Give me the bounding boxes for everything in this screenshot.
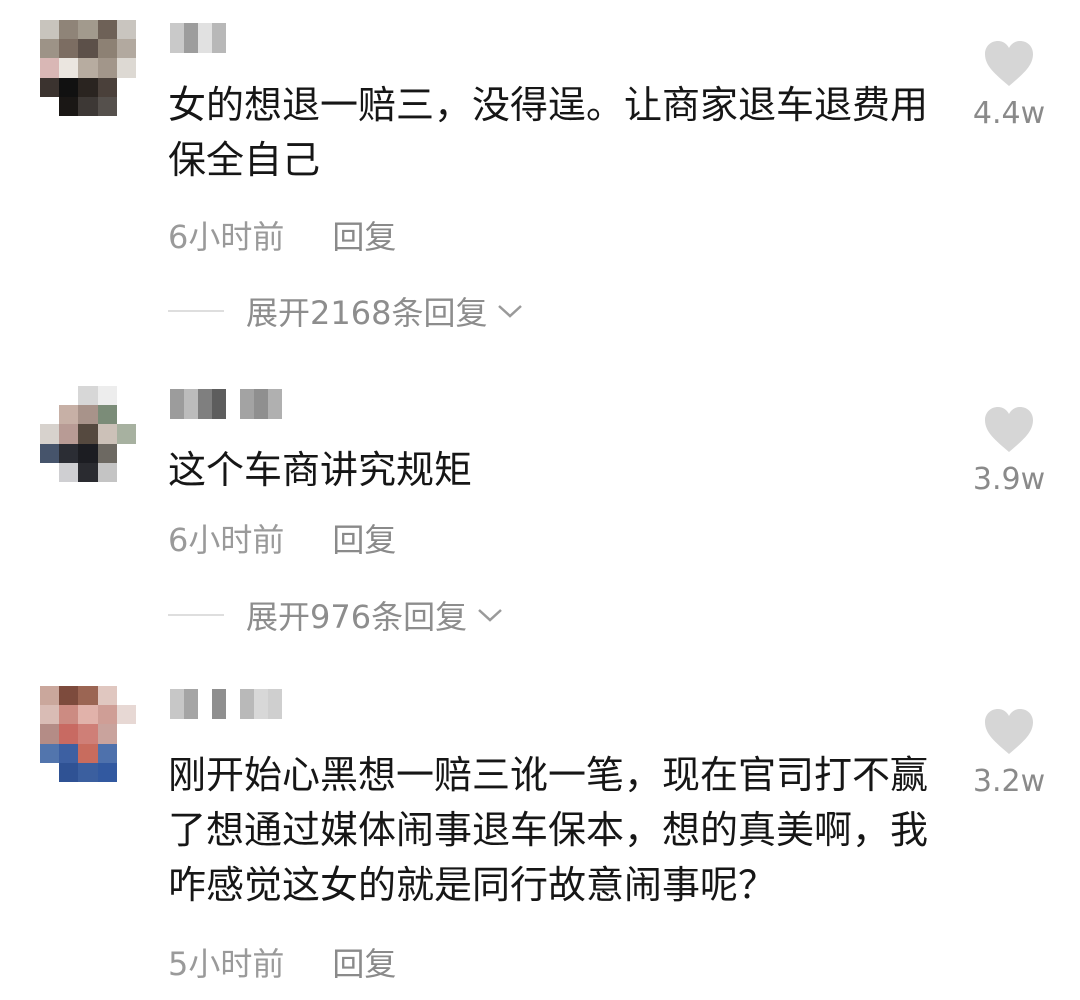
- like-count: 4.4w: [972, 96, 1046, 131]
- username-blurred[interactable]: [170, 386, 282, 422]
- username-blurred[interactable]: [170, 686, 282, 722]
- comment-meta: 6小时前 回复: [168, 515, 396, 561]
- heart-icon: [985, 41, 1033, 86]
- avatar[interactable]: [40, 20, 136, 116]
- expand-replies-label: 展开2168条回复: [246, 294, 488, 332]
- divider-line: [168, 310, 224, 312]
- comment-meta: 5小时前 回复: [168, 939, 396, 985]
- expand-replies-label: 展开976条回复: [246, 598, 468, 636]
- comment-time: 5小时前: [168, 945, 285, 983]
- expand-replies-button[interactable]: 展开2168条回复: [168, 288, 525, 334]
- chevron-down-icon: [478, 609, 502, 622]
- reply-button[interactable]: 回复: [332, 515, 396, 561]
- heart-icon: [985, 709, 1033, 754]
- like-button[interactable]: 3.2w: [964, 708, 1054, 799]
- avatar[interactable]: [40, 686, 136, 782]
- comment-time: 6小时前: [168, 521, 285, 559]
- like-button[interactable]: 3.9w: [964, 406, 1054, 497]
- expand-replies-button[interactable]: 展开976条回复: [168, 592, 505, 638]
- comment-text: 女的想退一赔三，没得逞。让商家退车退费用保全自己: [168, 83, 929, 182]
- reply-button[interactable]: 回复: [332, 212, 396, 258]
- username-blurred[interactable]: [170, 20, 226, 56]
- comment-meta: 6小时前 回复: [168, 212, 396, 258]
- like-count: 3.2w: [972, 764, 1046, 799]
- chevron-down-icon: [498, 305, 523, 318]
- like-count: 3.9w: [972, 462, 1046, 497]
- comment-text: 刚开始心黑想一赔三讹一笔，现在官司打不赢了想通过媒体闹事退车保本，想的真美啊，我…: [168, 753, 929, 907]
- comment-time: 6小时前: [168, 218, 285, 256]
- heart-icon: [985, 407, 1033, 452]
- comment-text: 这个车商讲究规矩: [168, 448, 473, 492]
- divider-line: [168, 614, 224, 616]
- like-button[interactable]: 4.4w: [964, 40, 1054, 131]
- reply-button[interactable]: 回复: [332, 939, 396, 985]
- avatar[interactable]: [40, 386, 136, 482]
